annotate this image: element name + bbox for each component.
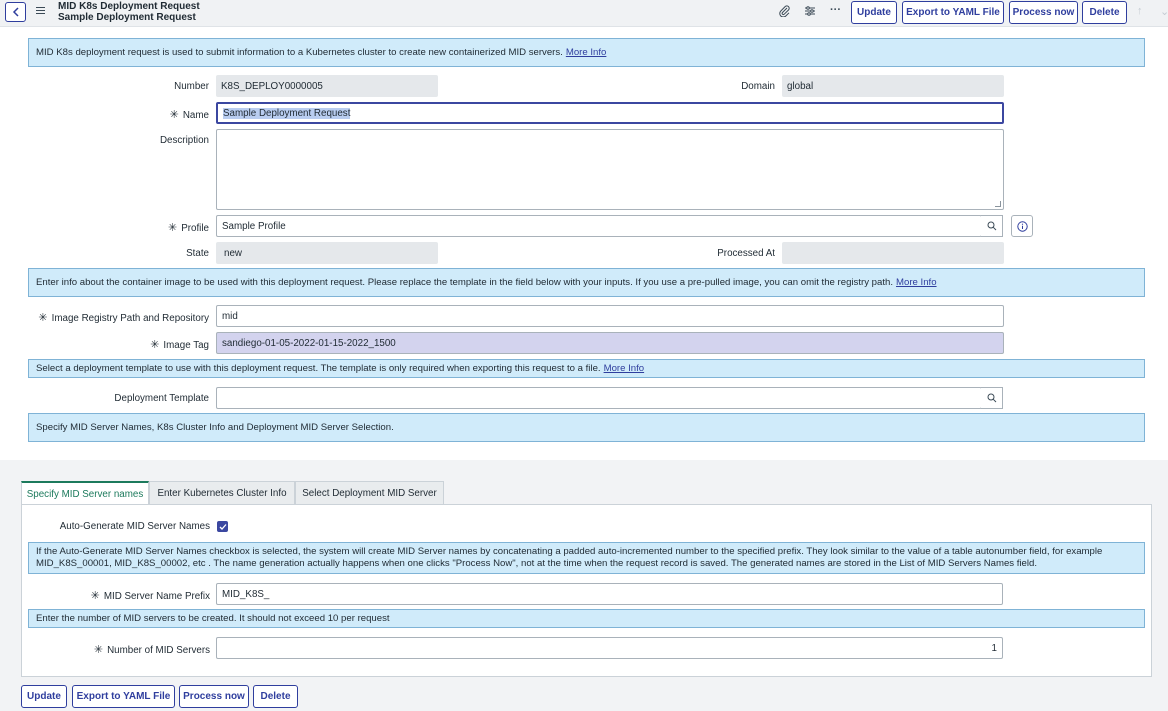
delete-button[interactable]: Delete [1082, 1, 1127, 24]
auto-generate-label: Auto-Generate MID Server Names [59, 521, 210, 532]
more-options-icon[interactable]: ··· [830, 4, 841, 16]
count-info-banner: Enter the number of MID servers to be cr… [28, 609, 1145, 628]
required-icon: ✳ [93, 644, 104, 656]
description-textarea[interactable] [216, 129, 1004, 210]
chevron-down-icon[interactable]: ⌄ [1160, 5, 1168, 18]
template-info-text: Select a deployment template to use with… [36, 363, 601, 374]
auto-generate-info-banner: If the Auto-Generate MID Server Names ch… [28, 542, 1145, 574]
processed-at-label: Processed At [717, 248, 775, 259]
profile-preview-button[interactable] [1011, 215, 1033, 237]
deployment-template-input[interactable] [216, 387, 982, 409]
footer-update-button[interactable]: Update [21, 685, 67, 708]
auto-generate-checkbox[interactable] [217, 521, 228, 532]
tab-select-deployment-mid-server[interactable]: Select Deployment MID Server [295, 481, 444, 505]
required-icon: ✳ [38, 312, 48, 324]
image-tag-input[interactable]: sandiego-01-05-2022-01-15-2022_1500 [216, 332, 1004, 354]
intro-info-text: MID K8s deployment request is used to su… [36, 47, 563, 58]
arrow-up-icon[interactable]: ↑ [1137, 5, 1143, 17]
state-field: new [216, 242, 438, 264]
chevron-left-icon [12, 7, 19, 17]
specify-info-banner: Specify MID Server Names, K8s Cluster In… [28, 413, 1145, 442]
intro-info-banner: MID K8s deployment request is used to su… [28, 38, 1145, 67]
count-label: ✳ Number of MID Servers [93, 644, 210, 656]
update-button[interactable]: Update [851, 1, 897, 24]
prefix-input[interactable]: MID_K8S_ [216, 583, 1003, 605]
footer-delete-button[interactable]: Delete [253, 685, 298, 708]
number-label: Number [174, 81, 209, 92]
prefix-label: ✳ MID Server Name Prefix [90, 590, 210, 602]
footer-export-yaml-button[interactable]: Export to YAML File [72, 685, 175, 708]
profile-label: ✳ Profile [168, 222, 209, 234]
search-icon [987, 393, 996, 403]
auto-info-line2: MID_K8S_00001, MID_K8S_00002, etc . The … [36, 558, 1038, 569]
deployment-template-label: Deployment Template [114, 393, 209, 404]
process-now-button[interactable]: Process now [1009, 1, 1078, 24]
form-title-table: MID K8s Deployment Request [58, 1, 200, 12]
form-header: MID K8s Deployment Request Sample Deploy… [0, 0, 1168, 27]
domain-label: Domain [741, 81, 775, 92]
profile-input[interactable]: Sample Profile [216, 215, 982, 237]
processed-at-field [782, 242, 1004, 264]
image-tag-label: ✳ Image Tag [150, 339, 209, 351]
image-registry-label: ✳ Image Registry Path and Repository [38, 312, 209, 324]
image-info-banner: Enter info about the container image to … [28, 268, 1145, 297]
number-field: K8S_DEPLOY0000005 [216, 75, 438, 97]
count-input[interactable]: 1 [216, 637, 1003, 659]
deployment-template-lookup-button[interactable] [981, 387, 1003, 409]
count-info-text: Enter the number of MID servers to be cr… [36, 613, 390, 624]
description-label: Description [159, 135, 209, 146]
state-label: State [186, 248, 209, 259]
settings-sliders-icon[interactable] [804, 5, 816, 20]
form-title-record: Sample Deployment Request [58, 12, 196, 23]
intro-more-info-link[interactable]: More Info [566, 47, 607, 58]
image-more-info-link[interactable]: More Info [896, 277, 937, 288]
name-input[interactable]: Sample Deployment Request [216, 102, 1004, 124]
image-registry-input[interactable]: mid [216, 305, 1004, 327]
search-icon [987, 221, 996, 231]
tab-kubernetes-cluster-info[interactable]: Enter Kubernetes Cluster Info [149, 481, 295, 505]
attachment-icon[interactable] [779, 5, 790, 20]
export-yaml-button[interactable]: Export to YAML File [902, 1, 1004, 24]
context-menu-icon[interactable] [36, 7, 45, 16]
domain-field: global [782, 75, 1004, 97]
auto-info-line1: If the Auto-Generate MID Server Names ch… [36, 546, 1103, 557]
back-button[interactable] [5, 2, 26, 22]
checkmark-icon [219, 523, 226, 530]
footer-process-now-button[interactable]: Process now [179, 685, 249, 708]
tab-specify-mid-server-names[interactable]: Specify MID Server names [21, 481, 149, 505]
info-icon [1016, 220, 1028, 232]
image-info-text: Enter info about the container image to … [36, 277, 894, 288]
required-icon: ✳ [90, 590, 100, 602]
required-icon: ✳ [150, 339, 160, 351]
template-more-info-link[interactable]: More Info [604, 363, 645, 374]
profile-lookup-button[interactable] [981, 215, 1003, 237]
template-info-banner: Select a deployment template to use with… [28, 359, 1145, 378]
required-icon: ✳ [168, 222, 178, 234]
resize-handle-icon[interactable] [995, 201, 1001, 207]
name-label: ✳ Name [169, 109, 209, 121]
required-icon: ✳ [169, 109, 179, 121]
specify-info-text: Specify MID Server Names, K8s Cluster In… [36, 422, 394, 433]
